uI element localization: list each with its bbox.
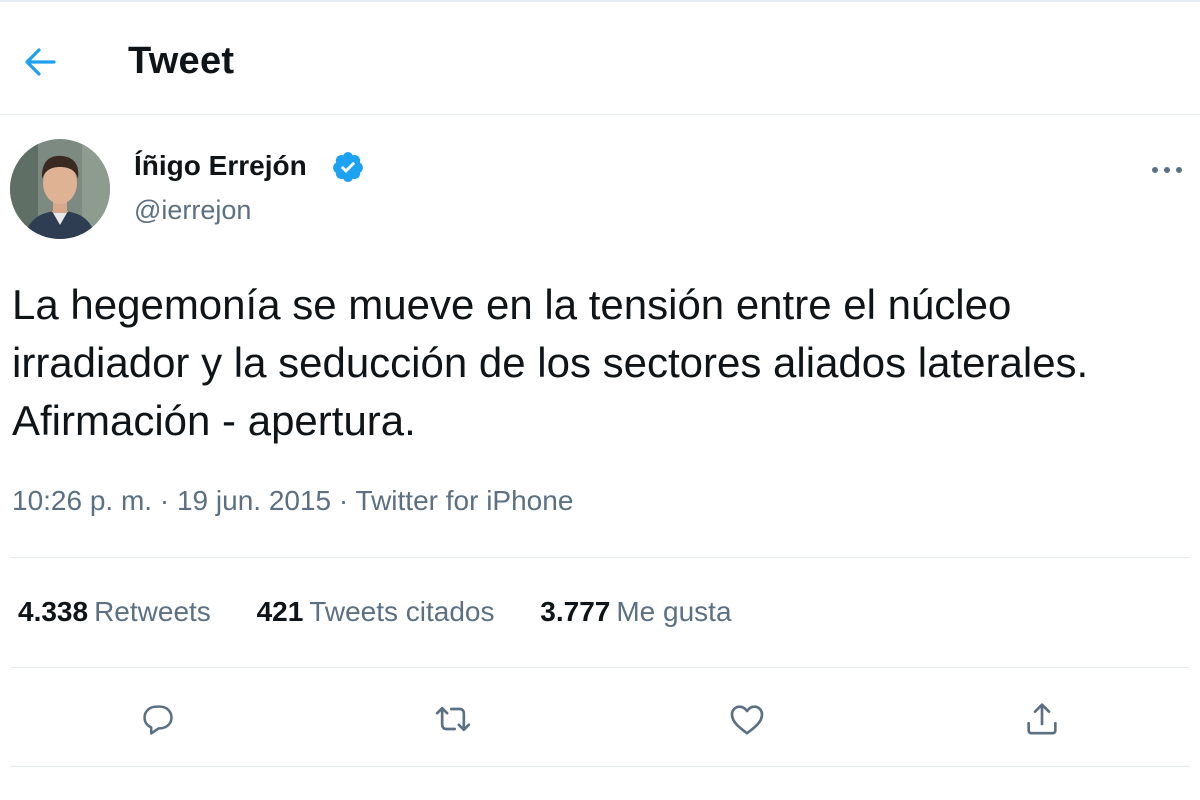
meta-divider — [10, 557, 1190, 558]
header-divider — [0, 114, 1200, 115]
reply-icon — [143, 705, 173, 735]
avatar-image — [10, 139, 110, 239]
likes-count: 3.777 — [540, 596, 611, 627]
page-header: Tweet — [0, 2, 1200, 114]
meta-separator: · — [338, 485, 356, 516]
quote-tweets-label: Tweets citados — [309, 596, 495, 627]
arrow-left-icon — [25, 48, 56, 76]
more-options-button[interactable] — [1142, 150, 1192, 190]
more-icon — [1152, 167, 1182, 173]
page-title: Tweet — [128, 40, 235, 82]
share-button[interactable] — [1017, 694, 1067, 744]
likes-stat[interactable]: 3.777 Me gusta — [540, 596, 731, 628]
share-icon — [1027, 703, 1057, 735]
actions-divider — [10, 766, 1190, 767]
tweet-time[interactable]: 10:26 p. m. — [12, 485, 152, 516]
tweet-stats: 4.338 Retweets 421 Tweets citados 3.777 Me … — [18, 596, 770, 628]
avatar[interactable] — [10, 139, 110, 239]
retweets-label: Retweets — [94, 596, 211, 627]
tweet-date[interactable]: 19 jun. 2015 — [177, 485, 331, 516]
reply-button[interactable] — [133, 694, 183, 744]
author-name[interactable]: Íñigo Errejón — [134, 150, 307, 182]
retweet-icon — [435, 706, 471, 732]
retweets-stat[interactable]: 4.338 Retweets — [18, 596, 211, 628]
quote-tweets-count: 421 — [256, 596, 304, 627]
retweet-button[interactable] — [428, 694, 478, 744]
tweet-metadata: 10:26 p. m. · 19 jun. 2015 · Twitter for… — [12, 485, 573, 517]
tweet-text: La hegemonía se mueve en la tensión entr… — [12, 281, 1089, 444]
retweets-count: 4.338 — [18, 596, 89, 627]
like-icon — [730, 705, 764, 735]
back-button[interactable] — [14, 36, 66, 88]
like-button[interactable] — [722, 694, 772, 744]
quote-tweets-stat[interactable]: 421 Tweets citados — [257, 596, 495, 628]
author-handle[interactable]: @ierrejon — [134, 195, 251, 226]
meta-separator: · — [159, 485, 177, 516]
verified-badge-icon — [333, 152, 363, 182]
likes-label: Me gusta — [616, 596, 732, 627]
tweet-source[interactable]: Twitter for iPhone — [356, 485, 574, 516]
stats-divider — [10, 667, 1190, 668]
